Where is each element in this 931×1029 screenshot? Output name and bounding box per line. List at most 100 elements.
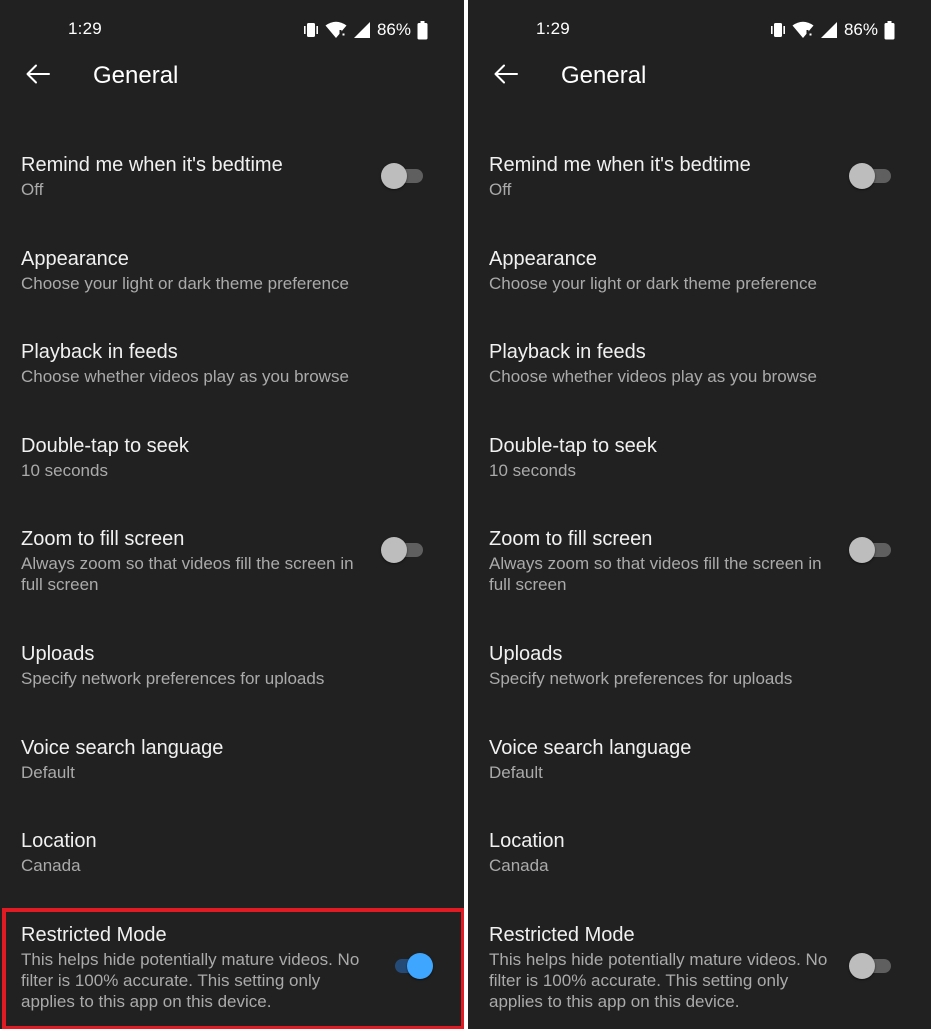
setting-text: Playback in feeds Choose whether videos … (489, 339, 909, 387)
setting-location[interactable]: Location Canada (0, 828, 464, 898)
toggle-thumb (849, 537, 875, 563)
setting-subtitle: Choose whether videos play as you browse (489, 367, 817, 386)
status-bar: 1:29 86% (0, 14, 464, 46)
setting-uploads[interactable]: Uploads Specify network preferences for … (468, 641, 931, 711)
setting-subtitle: 10 seconds (489, 461, 576, 480)
app-bar: General (468, 52, 931, 100)
setting-text: Zoom to fill screen Always zoom so that … (21, 526, 361, 595)
arrow-left-icon (493, 63, 519, 90)
setting-subtitle: Specify network preferences for uploads (489, 669, 793, 688)
setting-text: Double-tap to seek 10 seconds (489, 433, 829, 481)
setting-restricted-mode[interactable]: Restricted Mode This helps hide potentia… (468, 922, 931, 1022)
vibrate-icon (303, 21, 319, 39)
setting-text: Restricted Mode This helps hide potentia… (489, 922, 829, 1012)
setting-playback-in-feeds[interactable]: Playback in feeds Choose whether videos … (0, 339, 464, 409)
setting-subtitle: Always zoom so that videos fill the scre… (489, 554, 822, 594)
battery-percentage: 86% (376, 20, 411, 39)
setting-title: Remind me when it's bedtime (21, 154, 283, 176)
setting-subtitle: Choose your light or dark theme preferen… (489, 274, 817, 293)
page-title: General (93, 62, 179, 89)
status-bar: 1:29 86% (468, 14, 931, 46)
back-button[interactable] (490, 60, 522, 92)
setting-subtitle: Off (489, 180, 512, 199)
bedtime-toggle[interactable] (381, 163, 423, 189)
setting-zoom-to-fill[interactable]: Zoom to fill screen Always zoom so that … (468, 526, 931, 616)
setting-subtitle: Choose your light or dark theme preferen… (21, 274, 349, 293)
app-bar: General (0, 52, 464, 100)
setting-restricted-mode[interactable]: Restricted Mode This helps hide potentia… (0, 922, 464, 1022)
bedtime-toggle[interactable] (849, 163, 891, 189)
setting-title: Restricted Mode (21, 924, 167, 946)
setting-text: Appearance Choose your light or dark the… (489, 246, 909, 294)
setting-subtitle: Default (489, 763, 543, 782)
toggle-thumb (381, 537, 407, 563)
setting-text: Appearance Choose your light or dark the… (21, 246, 441, 294)
status-time: 1:29 (68, 19, 102, 38)
setting-text: Remind me when it's bedtime Off (489, 152, 829, 200)
setting-title: Appearance (489, 248, 597, 270)
setting-title: Location (21, 830, 97, 852)
restricted-mode-toggle[interactable] (391, 953, 433, 979)
setting-text: Uploads Specify network preferences for … (489, 641, 909, 689)
setting-text: Location Canada (489, 828, 829, 876)
back-button[interactable] (22, 60, 54, 92)
setting-text: Uploads Specify network preferences for … (21, 641, 441, 689)
setting-playback-in-feeds[interactable]: Playback in feeds Choose whether videos … (468, 339, 931, 409)
setting-title: Voice search language (21, 737, 224, 759)
setting-appearance[interactable]: Appearance Choose your light or dark the… (0, 246, 464, 316)
wifi-icon (792, 21, 814, 39)
toggle-thumb (381, 163, 407, 189)
setting-text: Remind me when it's bedtime Off (21, 152, 361, 200)
battery-icon (884, 20, 895, 40)
zoom-toggle[interactable] (381, 537, 423, 563)
battery-percentage: 86% (843, 20, 878, 39)
setting-title: Remind me when it's bedtime (489, 154, 751, 176)
setting-title: Zoom to fill screen (21, 528, 185, 550)
setting-bedtime-reminder[interactable]: Remind me when it's bedtime Off (0, 152, 464, 222)
setting-title: Voice search language (489, 737, 692, 759)
setting-subtitle: Specify network preferences for uploads (21, 669, 325, 688)
setting-title: Double-tap to seek (489, 435, 657, 457)
setting-title: Playback in feeds (21, 341, 178, 363)
status-time: 1:29 (536, 19, 570, 38)
comparison-stage: 1:29 86% General Remind me when it's bed… (0, 0, 931, 1029)
setting-subtitle: Choose whether videos play as you browse (21, 367, 349, 386)
toggle-thumb (849, 953, 875, 979)
setting-subtitle: Canada (489, 856, 549, 875)
settings-screen-left: 1:29 86% General Remind me when it's bed… (0, 0, 464, 1029)
settings-screen-right: 1:29 86% General Remind me when it's bed… (468, 0, 931, 1029)
setting-voice-search-language[interactable]: Voice search language Default (468, 735, 931, 805)
status-icons: 86% (303, 20, 428, 40)
zoom-toggle[interactable] (849, 537, 891, 563)
setting-bedtime-reminder[interactable]: Remind me when it's bedtime Off (468, 152, 931, 222)
setting-title: Playback in feeds (489, 341, 646, 363)
toggle-thumb (849, 163, 875, 189)
restricted-mode-toggle[interactable] (849, 953, 891, 979)
cell-signal-icon (353, 21, 371, 39)
setting-title: Restricted Mode (489, 924, 635, 946)
setting-uploads[interactable]: Uploads Specify network preferences for … (0, 641, 464, 711)
setting-text: Restricted Mode This helps hide potentia… (21, 922, 361, 1012)
setting-subtitle: This helps hide potentially mature video… (21, 950, 360, 1011)
setting-subtitle: 10 seconds (21, 461, 108, 480)
page-title: General (561, 62, 647, 89)
setting-zoom-to-fill[interactable]: Zoom to fill screen Always zoom so that … (0, 526, 464, 616)
setting-voice-search-language[interactable]: Voice search language Default (0, 735, 464, 805)
setting-text: Location Canada (21, 828, 361, 876)
setting-title: Location (489, 830, 565, 852)
toggle-thumb (407, 953, 433, 979)
setting-double-tap-seek[interactable]: Double-tap to seek 10 seconds (468, 433, 931, 503)
setting-location[interactable]: Location Canada (468, 828, 931, 898)
setting-appearance[interactable]: Appearance Choose your light or dark the… (468, 246, 931, 316)
setting-subtitle: Canada (21, 856, 81, 875)
battery-icon (417, 20, 428, 40)
setting-title: Double-tap to seek (21, 435, 189, 457)
setting-double-tap-seek[interactable]: Double-tap to seek 10 seconds (0, 433, 464, 503)
setting-subtitle: Default (21, 763, 75, 782)
setting-text: Playback in feeds Choose whether videos … (21, 339, 441, 387)
setting-text: Zoom to fill screen Always zoom so that … (489, 526, 829, 595)
cell-signal-icon (820, 21, 838, 39)
setting-subtitle: Always zoom so that videos fill the scre… (21, 554, 354, 594)
setting-text: Voice search language Default (21, 735, 361, 783)
vibrate-icon (770, 21, 786, 39)
